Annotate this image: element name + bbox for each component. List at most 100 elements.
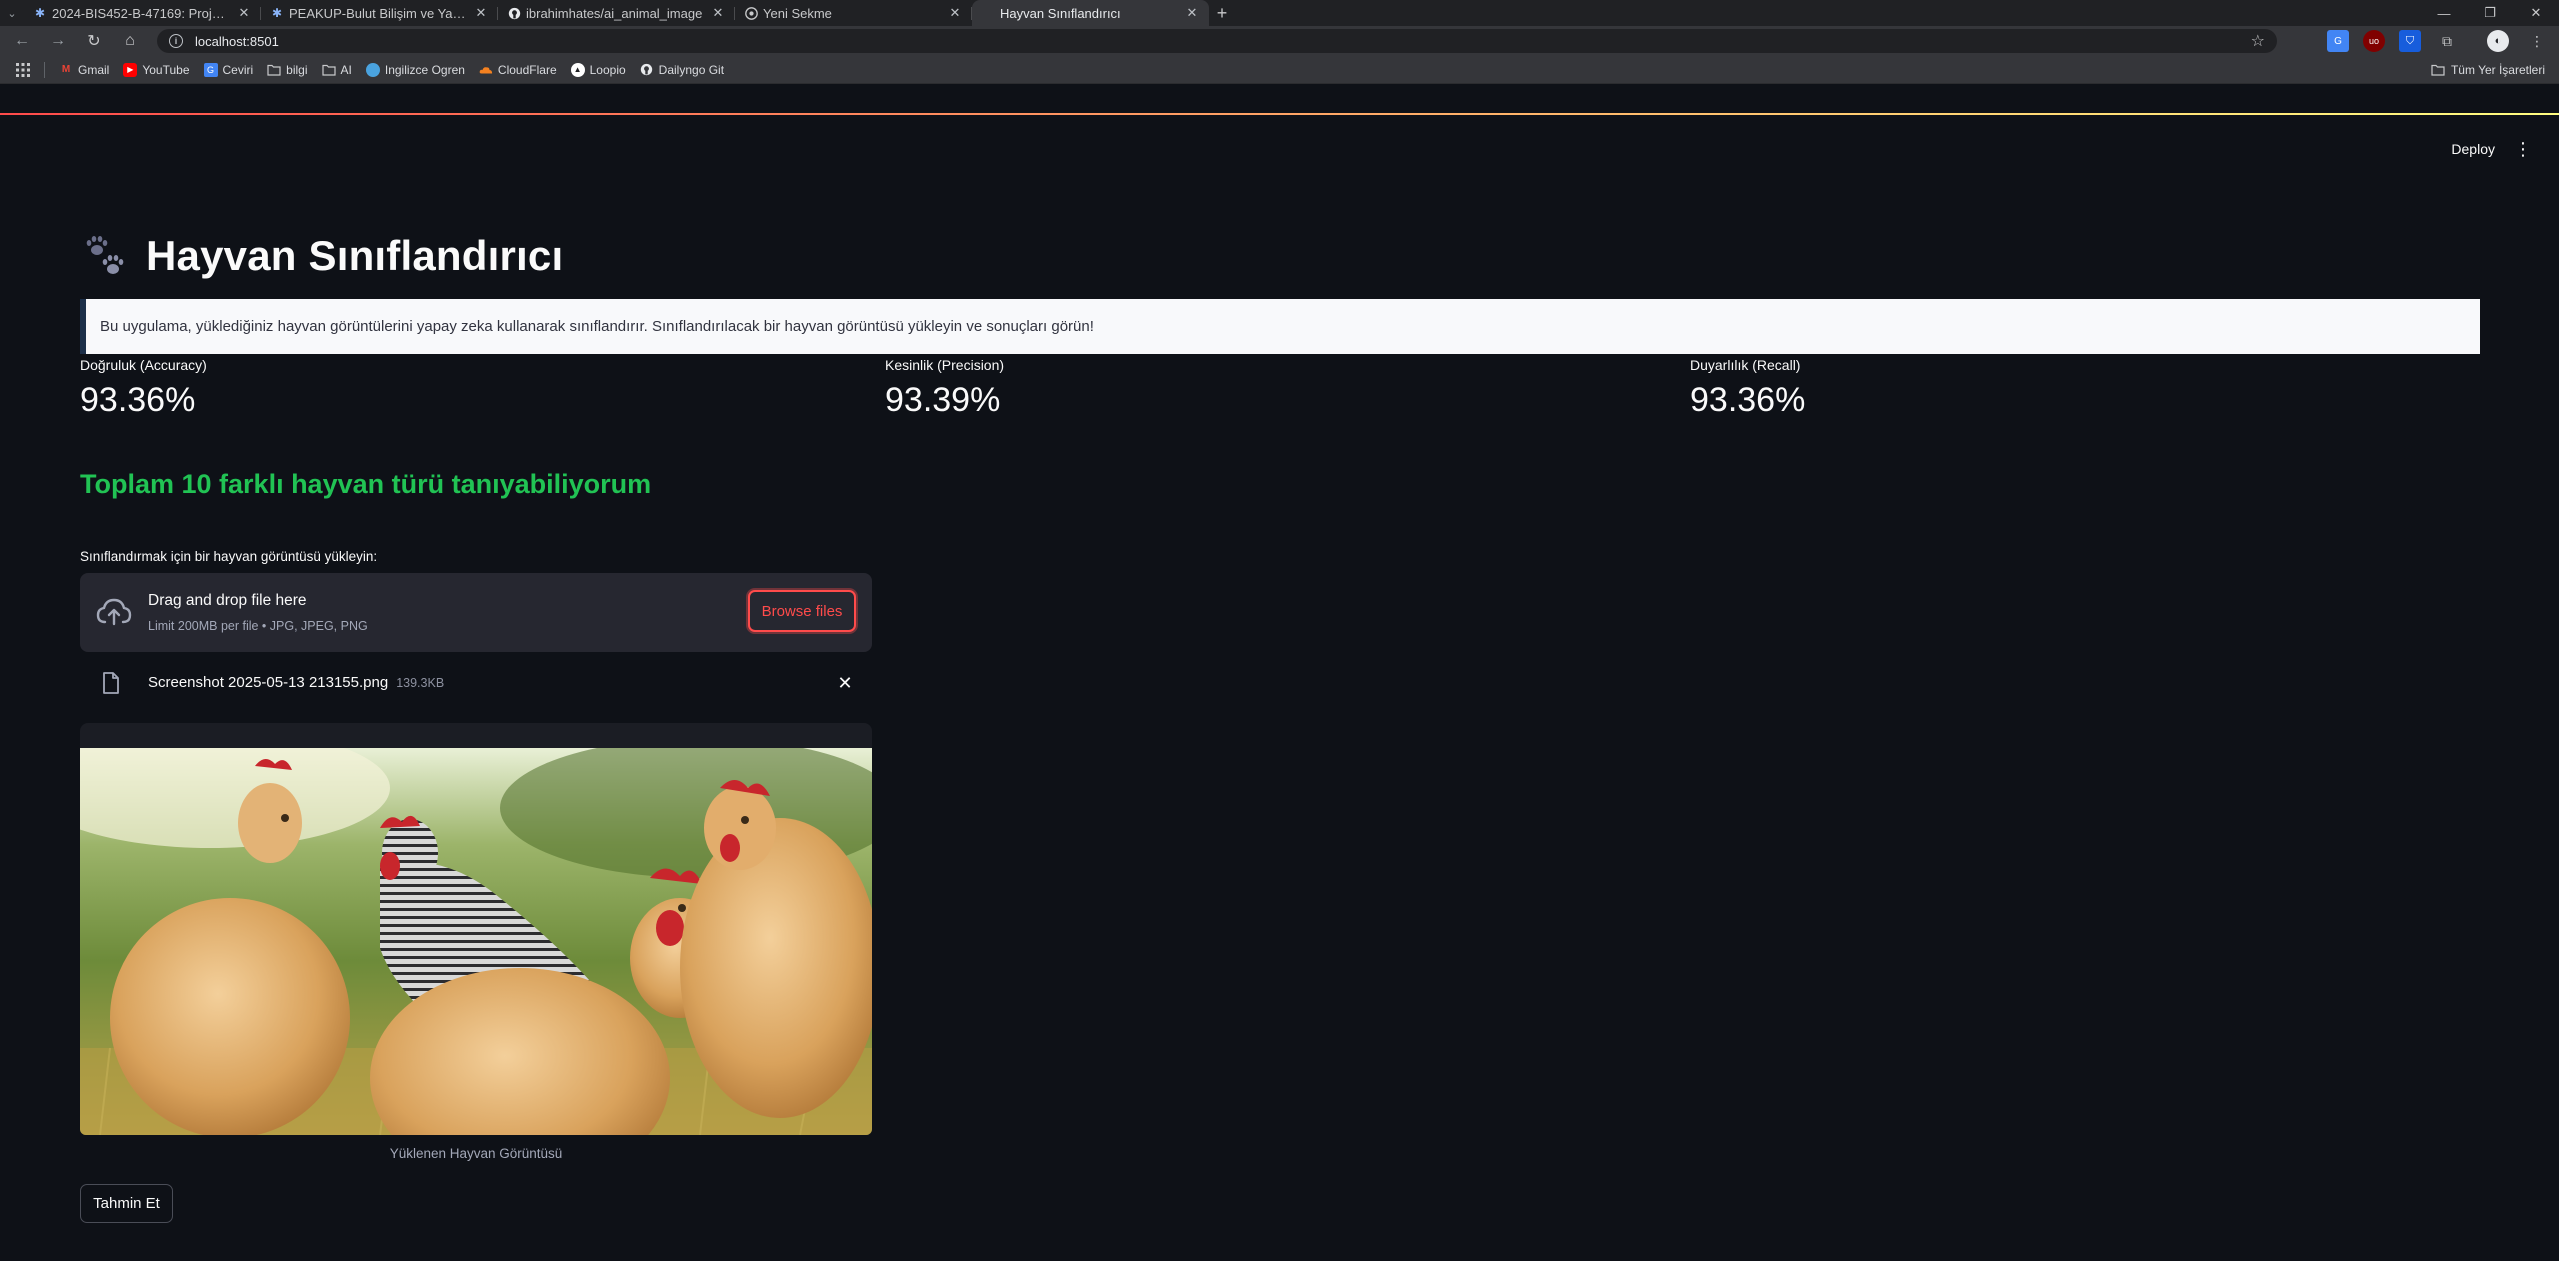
main-menu-icon[interactable]: ⋮: [2513, 137, 2533, 161]
window-controls: — ❐ ✕: [2421, 0, 2559, 26]
browser-menu-icon[interactable]: ⋮: [2526, 30, 2548, 52]
bookmark-label: Ingilizce Ogren: [384, 62, 465, 77]
asterisk-icon: ✱: [34, 6, 46, 20]
minimize-icon[interactable]: —: [2421, 0, 2467, 26]
bookmark-loopio[interactable]: ▲ Loopio: [570, 62, 626, 77]
bookmark-label: Dailyngo Git: [658, 62, 725, 77]
globe-icon: [365, 62, 380, 77]
info-alert-text: Bu uygulama, yüklediğiniz hayvan görüntü…: [100, 318, 1094, 335]
bitwarden-extension-icon[interactable]: ⛉: [2399, 30, 2421, 52]
all-bookmarks-label: Tüm Yer İşaretleri: [2450, 63, 2545, 77]
loopio-icon: ▲: [570, 62, 585, 77]
remove-file-icon[interactable]: ✕: [834, 672, 856, 694]
chickens-photo: [80, 748, 872, 1135]
asterisk-icon: ✱: [271, 6, 283, 20]
deploy-button[interactable]: Deploy: [2451, 141, 2495, 157]
translate-icon: G: [203, 62, 218, 77]
youtube-icon: ▶: [123, 62, 138, 77]
ublock-extension-icon[interactable]: uo: [2363, 30, 2385, 52]
bookmark-dailyngo[interactable]: Dailyngo Git: [640, 63, 724, 77]
address-bar[interactable]: i localhost:8501 ☆: [157, 29, 2277, 53]
file-uploader-label: Sınıflandırmak için bir hayvan görüntüsü…: [80, 549, 378, 564]
close-window-icon[interactable]: ✕: [2513, 0, 2559, 26]
reload-icon[interactable]: ↻: [76, 26, 112, 56]
github-icon: [507, 6, 521, 20]
browser-tab-1[interactable]: ✱ 2024-BIS452-B-47169: Project S ✕: [24, 0, 261, 26]
bookmark-label: bilgi: [286, 62, 308, 77]
browser-tab-2[interactable]: ✱ PEAKUP-Bulut Bilişim ve Yapay ✕: [261, 0, 498, 26]
bookmark-label: Gmail: [78, 62, 110, 77]
metric-label: Duyarlılık (Recall): [1690, 357, 1801, 373]
dropzone-instructions: Drag and drop file here: [148, 592, 307, 609]
restore-icon[interactable]: ❐: [2467, 0, 2513, 26]
metric-value: 93.36%: [80, 381, 196, 419]
site-info-icon[interactable]: i: [169, 34, 183, 48]
all-bookmarks-button[interactable]: Tüm Yer İşaretleri: [2431, 56, 2545, 84]
star-icon[interactable]: ☆: [2251, 31, 2265, 51]
apps-grid-icon[interactable]: [16, 62, 30, 77]
metric-value: 93.39%: [885, 381, 1001, 419]
bookmark-youtube[interactable]: ▶ YouTube: [123, 62, 190, 77]
github-icon: [640, 63, 654, 77]
metric-label: Doğruluk (Accuracy): [80, 357, 207, 373]
bookmark-folder-bilgi[interactable]: bilgi: [267, 62, 308, 77]
profile-avatar-icon[interactable]: ◐: [2487, 30, 2509, 52]
forward-arrow-icon[interactable]: →: [40, 26, 76, 56]
image-toolbar-band: [80, 723, 872, 748]
folder-icon: [2431, 64, 2445, 76]
dropzone-limit-text: Limit 200MB per file • JPG, JPEG, PNG: [148, 619, 368, 633]
bookmark-label: CloudFlare: [497, 62, 557, 77]
info-alert: Bu uygulama, yüklediğiniz hayvan görüntü…: [80, 299, 2480, 354]
address-url: localhost:8501: [195, 33, 279, 49]
new-tab-button[interactable]: +: [1209, 0, 1235, 26]
browser-tab-strip: ⌄ ✱ 2024-BIS452-B-47169: Project S ✕ ✱ P…: [0, 0, 2559, 26]
translate-extension-icon[interactable]: G: [2327, 30, 2349, 52]
metric-value: 93.36%: [1690, 381, 1806, 419]
bookmarks-divider: [44, 61, 45, 78]
close-icon[interactable]: ✕: [711, 5, 725, 21]
bookmark-cloudflare[interactable]: CloudFlare: [479, 63, 557, 77]
bookmark-label: YouTube: [142, 62, 190, 77]
file-name-text: Screenshot 2025-05-13 213155.png: [148, 674, 389, 691]
bookmark-ingilizce-ogren[interactable]: Ingilizce Ogren: [365, 62, 465, 77]
close-icon[interactable]: ✕: [237, 5, 251, 21]
metric-accuracy: Doğruluk (Accuracy) 93.36%: [80, 357, 207, 420]
bookmark-label: AI: [340, 62, 352, 77]
cloud-upload-icon: [96, 598, 132, 626]
file-size-text: 139.3KB: [396, 676, 445, 690]
bookmark-folder-ai[interactable]: AI: [321, 62, 352, 77]
tab-search-button[interactable]: ⌄: [0, 0, 24, 26]
page-title-text: Hayvan Sınıflandırıcı: [146, 232, 564, 279]
metric-precision: Kesinlik (Precision) 93.39%: [885, 357, 1004, 420]
close-icon[interactable]: ✕: [1185, 5, 1199, 21]
tab-title: PEAKUP-Bulut Bilişim ve Yapay: [289, 5, 468, 21]
file-dropzone[interactable]: Drag and drop file here Limit 200MB per …: [80, 573, 872, 652]
browser-tab-3[interactable]: ibrahimhates/ai_animal_image ✕: [498, 0, 735, 26]
browser-tab-5[interactable]: Hayvan Sınıflandırıcı ✕: [972, 0, 1209, 26]
tab-title: Yeni Sekme: [763, 5, 832, 21]
close-icon[interactable]: ✕: [474, 5, 488, 21]
file-icon: [103, 672, 119, 694]
bookmarks-bar: M Gmail ▶ YouTube G Ceviri bilgi AI Ingi…: [0, 56, 2559, 84]
predict-button[interactable]: Tahmin Et: [80, 1184, 173, 1223]
folder-icon: [321, 63, 336, 77]
metric-recall: Duyarlılık (Recall) 93.36%: [1690, 357, 1805, 420]
close-icon[interactable]: ✕: [948, 5, 962, 21]
chrome-icon: [744, 6, 758, 20]
app-header: Deploy ⋮: [0, 115, 2559, 173]
paw-prints-icon: [86, 236, 124, 274]
uploaded-file-row: Screenshot 2025-05-13 213155.png 139.3KB …: [80, 660, 872, 706]
uploaded-file-name: Screenshot 2025-05-13 213155.png 139.3KB: [148, 674, 444, 691]
puzzle-extensions-icon[interactable]: ⧉: [2436, 30, 2458, 52]
browser-tab-4[interactable]: Yeni Sekme ✕: [735, 0, 972, 26]
image-caption: Yüklenen Hayvan Görüntüsü: [389, 1146, 563, 1161]
bookmark-label: Ceviri: [222, 62, 254, 77]
browser-toolbar: ← → ↻ ⌂ i localhost:8501 ☆ G uo ⛉ ⧉ ◐ ⋮: [0, 26, 2559, 56]
home-icon[interactable]: ⌂: [112, 26, 148, 56]
species-count-heading: Toplam 10 farklı hayvan türü tanıyabiliy…: [80, 469, 652, 499]
browse-files-button[interactable]: Browse files: [748, 590, 856, 632]
folder-icon: [267, 63, 281, 77]
bookmark-gmail[interactable]: M Gmail: [59, 62, 110, 77]
bookmark-ceviri[interactable]: G Ceviri: [203, 62, 254, 77]
back-arrow-icon[interactable]: ←: [4, 26, 40, 56]
